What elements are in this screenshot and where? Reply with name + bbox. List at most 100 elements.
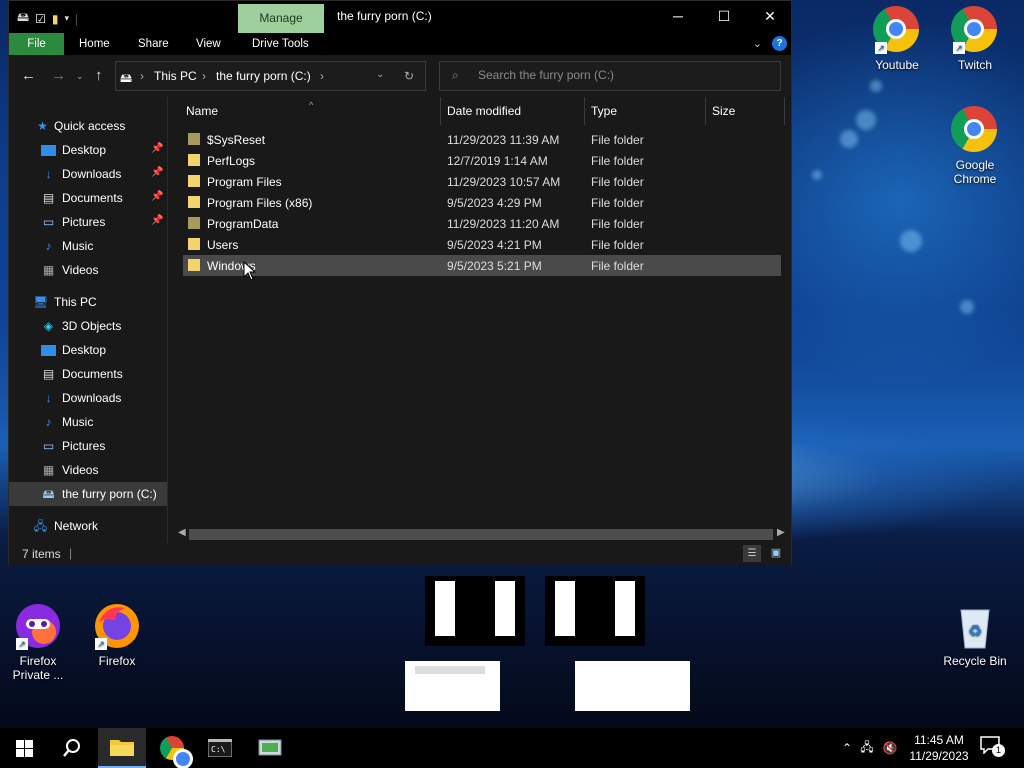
search-button[interactable]: [48, 728, 96, 768]
navigation-pane: ★ Quick access Desktop 📌 ↓ Downloads 📌 ▤…: [9, 97, 167, 543]
nav-label: Downloads: [62, 167, 122, 181]
pictures-icon: ▭: [42, 439, 55, 453]
file-row[interactable]: $SysReset 11/29/2023 11:39 AM File folde…: [183, 129, 781, 150]
pane-splitter[interactable]: [167, 97, 168, 543]
nav-network[interactable]: 🖧 Network: [9, 514, 167, 538]
video-icon: ▦: [42, 463, 55, 477]
file-type: File folder: [591, 238, 644, 252]
music-icon: ♪: [45, 415, 52, 429]
nav-this-pc[interactable]: 🖥 This PC: [9, 290, 167, 314]
nav-pc-downloads[interactable]: ↓ Downloads: [9, 386, 167, 410]
search-input[interactable]: [478, 68, 768, 82]
file-row[interactable]: Program Files (x86) 9/5/2023 4:29 PM Fil…: [183, 192, 781, 213]
file-name: Program Files (x86): [207, 196, 313, 210]
document-icon: ▤: [42, 191, 55, 205]
column-divider[interactable]: [784, 97, 785, 125]
nav-quick-desktop[interactable]: Desktop 📌: [9, 138, 167, 162]
minimize-button[interactable]: ─: [655, 1, 701, 33]
column-header-date[interactable]: Date modified: [447, 97, 521, 125]
file-type: File folder: [591, 175, 644, 189]
file-row[interactable]: Users 9/5/2023 4:21 PM File folder: [183, 234, 781, 255]
document-icon: ▤: [42, 367, 55, 381]
tab-view[interactable]: View: [196, 33, 221, 55]
taskbar-file-explorer[interactable]: [98, 728, 146, 768]
drive-icon: 🖴: [42, 487, 55, 501]
scroll-right-icon[interactable]: ▶: [777, 527, 785, 538]
column-header-name[interactable]: Name: [186, 97, 218, 125]
manage-tab[interactable]: Manage: [238, 4, 324, 33]
file-row[interactable]: ProgramData 11/29/2023 11:20 AM File fol…: [183, 213, 781, 234]
quick-access-toolbar: 🖴 ☑ ▮ ▾ |: [17, 8, 78, 29]
breadcrumb-this-pc[interactable]: This PC: [154, 69, 197, 83]
desktop-icon-recycle-bin[interactable]: ♻ Recycle Bin: [938, 602, 1012, 668]
ribbon-tabs: File Home Share View Drive Tools ⌄ ?: [9, 33, 791, 55]
nav-quick-documents[interactable]: ▤ Documents 📌: [9, 186, 167, 210]
up-button[interactable]: ↑: [95, 67, 103, 84]
details-view-button[interactable]: ☰: [743, 545, 761, 562]
recent-locations-icon[interactable]: ⌄: [76, 71, 84, 82]
column-header-size[interactable]: Size: [712, 97, 735, 125]
desktop-icon-youtube[interactable]: ↗ Youtube: [860, 6, 934, 72]
forward-button[interactable]: →: [51, 67, 66, 84]
desktop-icon-firefox-private[interactable]: ↗ Firefox Private ...: [1, 602, 75, 682]
breadcrumb-drive[interactable]: the furry porn (C:): [216, 69, 311, 83]
file-name: $SysReset: [207, 133, 266, 147]
tab-home[interactable]: Home: [79, 33, 110, 55]
column-divider[interactable]: [705, 97, 706, 125]
tab-share[interactable]: Share: [138, 33, 169, 55]
scroll-thumb[interactable]: [189, 529, 773, 540]
taskbar-chrome[interactable]: [148, 728, 196, 768]
desktop-icon-google-chrome[interactable]: Google Chrome: [938, 106, 1012, 186]
nav-pc-desktop[interactable]: Desktop: [9, 338, 167, 362]
notification-center-button[interactable]: 1: [980, 736, 1006, 760]
nav-pc-drive-c[interactable]: 🖴 the furry porn (C:): [9, 482, 167, 506]
show-hidden-icons-icon[interactable]: ⌃: [838, 741, 856, 755]
desktop-icon-twitch[interactable]: ↗ Twitch: [938, 6, 1012, 72]
tab-drive-tools[interactable]: Drive Tools: [252, 33, 309, 55]
maximize-button[interactable]: ☐: [701, 1, 747, 33]
nav-pc-3d-objects[interactable]: ◈ 3D Objects: [9, 314, 167, 338]
file-row[interactable]: Program Files 11/29/2023 10:57 AM File f…: [183, 171, 781, 192]
download-arrow-icon: ↓: [45, 167, 52, 181]
desktop-icon-firefox[interactable]: ↗ Firefox: [80, 602, 154, 668]
pin-icon: 📌: [151, 167, 164, 178]
nav-pc-videos[interactable]: ▦ Videos: [9, 458, 167, 482]
taskbar-terminal[interactable]: C:\: [196, 728, 244, 768]
network-icon[interactable]: 🖧: [856, 738, 878, 759]
scroll-left-icon[interactable]: ◀: [178, 527, 186, 538]
properties-icon[interactable]: ☑: [35, 12, 46, 26]
start-button[interactable]: [0, 728, 48, 768]
tab-file[interactable]: File: [9, 33, 64, 55]
nav-quick-music[interactable]: ♪ Music: [9, 234, 167, 258]
nav-quick-pictures[interactable]: ▭ Pictures 📌: [9, 210, 167, 234]
taskbar-clock[interactable]: 11:45 AM 11/29/2023: [906, 732, 972, 764]
help-icon[interactable]: ?: [772, 36, 787, 51]
back-button[interactable]: ←: [21, 67, 36, 84]
refresh-icon[interactable]: ↻: [404, 69, 414, 83]
taskbar-control-panel[interactable]: [246, 728, 294, 768]
address-bar[interactable]: 🖴 › This PC › the furry porn (C:) › ⌄ ↻: [115, 61, 426, 91]
horizontal-scrollbar[interactable]: ◀ ▶: [175, 526, 791, 543]
file-row[interactable]: PerfLogs 12/7/2019 1:14 AM File folder: [183, 150, 781, 171]
column-divider[interactable]: [584, 97, 585, 125]
large-icons-view-button[interactable]: ▣: [767, 545, 785, 562]
nav-pc-pictures[interactable]: ▭ Pictures: [9, 434, 167, 458]
nav-quick-videos[interactable]: ▦ Videos: [9, 258, 167, 282]
close-button[interactable]: ✕: [747, 1, 793, 33]
column-header-type[interactable]: Type: [591, 97, 617, 125]
address-row: ← → ⌄ ↑ 🖴 › This PC › the furry porn (C:…: [9, 55, 791, 97]
chevron-down-icon[interactable]: ▾: [65, 13, 70, 24]
file-row[interactable]: Windows 9/5/2023 5:21 PM File folder: [183, 255, 781, 276]
new-folder-icon[interactable]: ▮: [52, 12, 59, 26]
nav-quick-access[interactable]: ★ Quick access: [9, 114, 167, 138]
expand-ribbon-icon[interactable]: ⌄: [753, 37, 762, 50]
nav-label: Downloads: [62, 391, 122, 405]
network-icon: 🖧: [33, 519, 48, 533]
column-divider[interactable]: [440, 97, 441, 125]
volume-muted-icon[interactable]: 🔇: [878, 741, 902, 755]
file-type: File folder: [591, 196, 644, 210]
nav-pc-music[interactable]: ♪ Music: [9, 410, 167, 434]
nav-quick-downloads[interactable]: ↓ Downloads 📌: [9, 162, 167, 186]
address-dropdown-icon[interactable]: ⌄: [376, 69, 384, 80]
nav-pc-documents[interactable]: ▤ Documents: [9, 362, 167, 386]
